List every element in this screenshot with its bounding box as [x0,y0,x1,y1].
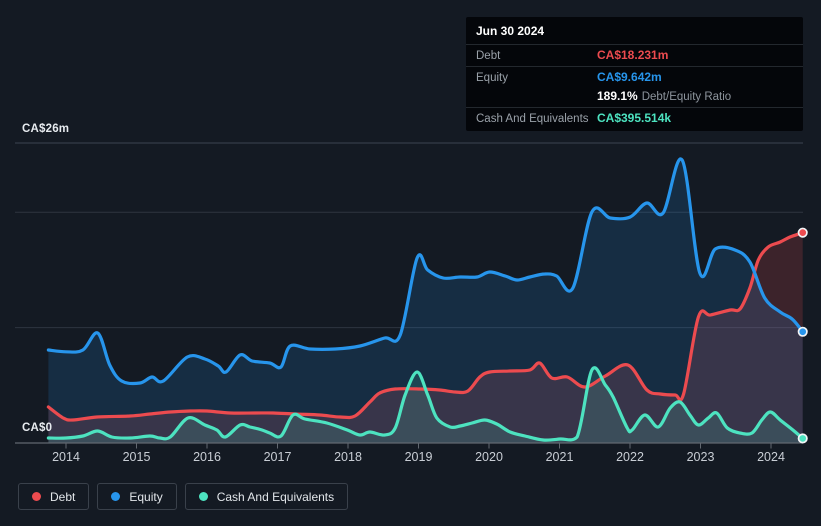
tooltip-cash-value: CA$395.514k [597,111,672,125]
x-axis-label-2022: 2022 [616,450,644,464]
tooltip-ratio: 189.1% Debt/Equity Ratio [597,89,731,103]
equity-series-dot-icon [111,492,121,501]
tooltip-ratio-label: Debt/Equity Ratio [641,91,732,103]
cash-and-equivalents-endpoint-marker [797,433,808,444]
legend-item-cash[interactable]: Cash And Equivalents [184,483,349,510]
debt-series-dot-icon [32,492,41,501]
chart-tooltip: Jun 30 2024 Debt CA$18.231m Equity CA$9.… [466,17,803,131]
tooltip-equity-row: Equity CA$9.642m [466,67,803,86]
x-axis-label-2014: 2014 [52,450,80,464]
y-axis-max-label: CA$26m [22,123,70,135]
tooltip-debt-label: Debt [476,50,501,62]
tooltip-debt-value: CA$18.231m [597,48,669,62]
tooltip-equity-label: Equity [476,72,508,84]
legend-equity-label: Equity [129,489,163,504]
tooltip-date: Jun 30 2024 [466,17,803,45]
chart-legend: Debt Equity Cash And Equivalents [18,483,349,510]
x-axis-label-2023: 2023 [687,450,715,464]
x-axis-label-2021: 2021 [546,450,574,464]
cash-series-dot-icon [198,492,208,501]
tooltip-cash-label: Cash And Equivalents [476,113,589,125]
tooltip-equity-value: CA$9.642m [597,70,662,84]
x-axis-label-2017: 2017 [264,450,292,464]
legend-cash-label: Cash And Equivalents [216,489,335,504]
x-axis-label-2019: 2019 [405,450,433,464]
tooltip-ratio-value: 189.1% [597,89,638,103]
debt-endpoint-marker [797,227,808,238]
tooltip-cash-row: Cash And Equivalents CA$395.514k [466,108,803,131]
legend-item-equity[interactable]: Equity [97,483,177,510]
x-axis-label-2018: 2018 [334,450,362,464]
tooltip-ratio-row: 189.1% Debt/Equity Ratio [466,86,803,108]
legend-item-debt[interactable]: Debt [18,483,90,510]
x-axis-label-2024: 2024 [757,450,785,464]
debt-equity-history-panel: 2014 2015 2016 2017 2018 2019 2020 2021 2022 2023… [0,0,821,526]
equity-endpoint-marker [797,326,808,337]
tooltip-debt-row: Debt CA$18.231m [466,45,803,67]
x-axis-label-2015: 2015 [123,450,151,464]
x-axis-label-2020: 2020 [475,450,503,464]
x-axis-label-2016: 2016 [193,450,221,464]
y-axis-zero-label: CA$0 [22,422,53,434]
legend-debt-label: Debt [50,489,76,504]
